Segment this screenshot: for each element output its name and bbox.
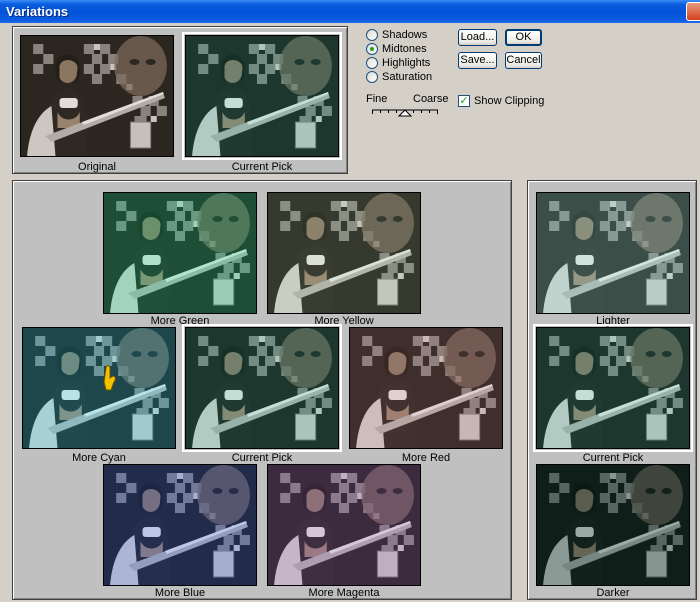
coarse-label: Coarse [413, 93, 449, 105]
load-button[interactable]: Load... [458, 29, 497, 46]
checkmark-icon[interactable]: ✓ [458, 95, 470, 107]
fine-coarse-labels: Fine Coarse [366, 93, 448, 105]
radio-saturation[interactable]: Saturation [366, 70, 432, 84]
more-blue-label: More Blue [154, 587, 206, 599]
center-current-pick-label: Current Pick [231, 452, 293, 464]
radio-midtones-label: Midtones [382, 43, 427, 55]
brightness-panel: Lighter Current Pick Darker [527, 180, 697, 600]
radio-saturation-label: Saturation [382, 71, 433, 83]
current-pick-label: Current Pick [231, 161, 293, 173]
radio-saturation-icon[interactable] [366, 71, 378, 83]
center-current-pick-thumbnail[interactable] [182, 324, 342, 452]
show-clipping-checkbox[interactable]: ✓ Show Clipping [458, 95, 544, 107]
radio-shadows-label: Shadows [382, 29, 428, 41]
more-magenta-label: More Magenta [308, 587, 380, 599]
darker-label: Darker [596, 587, 630, 599]
brightness-current-pick-label: Current Pick [582, 452, 644, 464]
fine-label: Fine [366, 93, 388, 105]
radio-highlights[interactable]: Highlights [366, 56, 430, 70]
fine-coarse-slider[interactable] [372, 107, 438, 117]
lighter-thumbnail[interactable] [536, 192, 690, 314]
close-icon[interactable] [686, 2, 700, 21]
lighter-label: Lighter [596, 315, 630, 327]
cancel-button[interactable]: Cancel [505, 52, 542, 69]
original-label: Original [78, 161, 116, 173]
show-clipping-label: Show Clipping [474, 95, 545, 107]
original-thumbnail [20, 35, 174, 157]
more-yellow-label: More Yellow [314, 315, 374, 327]
more-yellow-thumbnail[interactable] [267, 192, 421, 314]
preview-panel: Original Current Pick [12, 26, 348, 174]
radio-highlights-label: Highlights [382, 57, 431, 69]
radio-midtones-icon[interactable] [366, 43, 378, 55]
radio-shadows[interactable]: Shadows [366, 28, 427, 42]
more-red-label: More Red [401, 452, 451, 464]
dialog-body: Original Current Pick Shadows Midtones H… [0, 23, 700, 602]
ok-button[interactable]: OK [505, 29, 542, 46]
save-button[interactable]: Save... [458, 52, 497, 69]
slider-thumb-icon [397, 109, 413, 117]
more-green-thumbnail[interactable] [103, 192, 257, 314]
darker-thumbnail[interactable] [536, 464, 690, 586]
window-title: Variations [6, 4, 69, 19]
more-cyan-thumbnail[interactable] [22, 327, 176, 449]
radio-shadows-icon[interactable] [366, 29, 378, 41]
radio-highlights-icon[interactable] [366, 57, 378, 69]
brightness-current-pick-thumbnail[interactable] [533, 324, 693, 452]
radio-midtones[interactable]: Midtones [366, 42, 427, 56]
more-blue-thumbnail[interactable] [103, 464, 257, 586]
more-red-thumbnail[interactable] [349, 327, 503, 449]
more-green-label: More Green [150, 315, 210, 327]
current-pick-thumbnail [182, 32, 342, 160]
hand-cursor-icon [103, 365, 116, 391]
more-cyan-label: More Cyan [72, 452, 126, 464]
title-bar: Variations [0, 0, 700, 23]
color-variations-panel: More Green More Yellow More Cyan Current… [12, 180, 512, 600]
more-magenta-thumbnail[interactable] [267, 464, 421, 586]
